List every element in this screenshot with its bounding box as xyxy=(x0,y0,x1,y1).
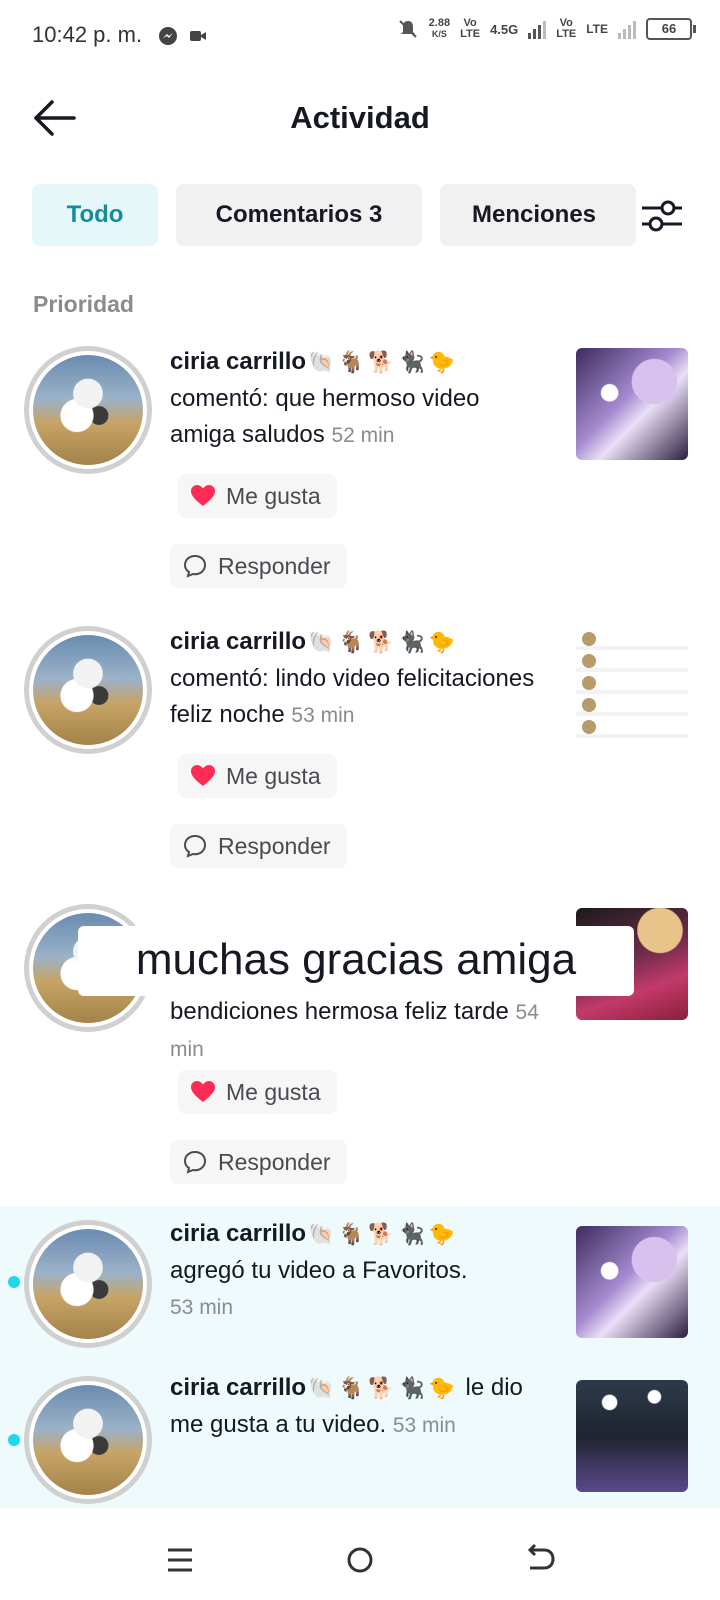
user-name: ciria carrillo xyxy=(170,628,307,655)
reply-button[interactable]: Responder xyxy=(170,1140,347,1184)
home-icon[interactable] xyxy=(338,1538,382,1582)
notification-time: 52 min xyxy=(331,424,395,447)
notification-text[interactable]: bendiciones hermosa feliz tarde 54 min xyxy=(170,994,550,1068)
battery-icon: 66 xyxy=(646,18,696,40)
avatar[interactable] xyxy=(24,346,152,474)
data-speed: 2.88 K/S xyxy=(429,18,450,40)
video-camera-icon xyxy=(190,31,206,41)
messenger-icon xyxy=(159,27,177,45)
notification-row: ciria carrillo🐚🐐🐕🐈‍⬛🐤 comentó: lindo vid… xyxy=(0,620,720,880)
like-label: Me gusta xyxy=(226,762,321,789)
system-nav-bar xyxy=(0,1520,720,1600)
like-button[interactable]: Me gusta xyxy=(178,754,337,798)
volte-2-bottom: LTE xyxy=(556,28,577,40)
video-thumbnail[interactable] xyxy=(576,1226,688,1338)
user-emojis: 🐚🐐🐕🐈‍⬛🐤 xyxy=(308,1377,459,1400)
avatar[interactable] xyxy=(24,626,152,754)
heart-icon xyxy=(191,1081,215,1102)
tab-comentarios[interactable]: Comentarios 3 xyxy=(176,184,422,246)
activity-text: agregó tu video a Favoritos. xyxy=(170,1257,468,1284)
like-label: Me gusta xyxy=(226,1078,321,1105)
tab-menciones[interactable]: Menciones xyxy=(440,184,636,246)
video-thumbnail[interactable] xyxy=(576,628,688,740)
notification-time: 53 min xyxy=(170,1296,234,1319)
notification-text[interactable]: ciria carrillo🐚🐐🐕🐈‍⬛🐤 comentó: lindo vid… xyxy=(170,624,550,734)
comment-text: bendiciones hermosa feliz tarde xyxy=(170,998,509,1025)
notification-row: ciria carrillo🐚🐐🐕🐈‍⬛🐤 comentó: que hermo… xyxy=(0,340,720,600)
reply-label: Responder xyxy=(218,552,331,579)
user-name: ciria carrillo xyxy=(170,1374,307,1401)
user-emojis: 🐚🐐🐕🐈‍⬛🐤 xyxy=(308,351,459,374)
like-button[interactable]: Me gusta xyxy=(178,1070,337,1114)
volte-1: Vo LTE xyxy=(460,18,480,40)
unread-dot xyxy=(8,1434,20,1446)
like-button[interactable]: Me gusta xyxy=(178,474,337,518)
heart-icon xyxy=(191,765,215,786)
filter-sliders-icon[interactable] xyxy=(640,196,684,236)
status-time: 10:42 p. m. xyxy=(32,22,143,47)
notification-text[interactable]: ciria carrillo🐚🐐🐕🐈‍⬛🐤 agregó tu video a … xyxy=(170,1216,550,1326)
notification-text[interactable]: ciria carrillo🐚🐐🐕🐈‍⬛🐤 comentó: que hermo… xyxy=(170,344,550,454)
tab-todo[interactable]: Todo xyxy=(32,184,158,246)
speech-bubble-icon xyxy=(183,1150,207,1174)
avatar[interactable] xyxy=(24,1220,152,1348)
video-thumbnail[interactable] xyxy=(576,348,688,460)
section-title-prioridad: Prioridad xyxy=(33,291,134,317)
tab-bar: Todo Comentarios 3 Menciones xyxy=(32,184,636,248)
signal-2-icon xyxy=(618,19,636,39)
network-type: 4.5G xyxy=(490,21,519,37)
user-name: ciria carrillo xyxy=(170,348,307,375)
notification-row: ciria carrillo🐚🐐🐕🐈‍⬛🐤 agregó tu video a … xyxy=(0,1206,720,1358)
reply-label: Responder xyxy=(218,1148,331,1175)
comment-text: comentó: que hermoso video amiga saludos xyxy=(170,385,480,448)
speech-bubble-icon xyxy=(183,554,207,578)
signal-1-icon xyxy=(528,19,547,39)
reply-button[interactable]: Responder xyxy=(170,824,347,868)
heart-icon xyxy=(191,485,215,506)
user-emojis: 🐚🐐🐕🐈‍⬛🐤 xyxy=(308,1223,459,1246)
unread-dot xyxy=(8,1276,20,1288)
notification-time: 53 min xyxy=(392,1414,456,1437)
header: Actividad xyxy=(0,80,720,156)
status-bar: 10:42 p. m. 2.88 K/S Vo LTE 4.5G Vo LTE … xyxy=(0,0,720,72)
reply-button[interactable]: Responder xyxy=(170,544,347,588)
user-name: ciria carrillo xyxy=(170,1220,307,1247)
back-nav-icon[interactable] xyxy=(518,1538,562,1582)
reply-label: Responder xyxy=(218,832,331,859)
page-title: Actividad xyxy=(290,100,430,135)
volte-2: Vo LTE xyxy=(556,18,576,40)
user-emojis: 🐚🐐🐕🐈‍⬛🐤 xyxy=(308,631,459,654)
video-thumbnail[interactable] xyxy=(576,1380,688,1492)
notification-time: 53 min xyxy=(291,704,355,727)
volte-1-bottom: LTE xyxy=(460,28,481,40)
speech-bubble-icon xyxy=(183,834,207,858)
notification-row: ciria carrillo🐚🐐🐕🐈‍⬛🐤 le dio me gusta a … xyxy=(0,1358,720,1508)
speed-value: 2.88 xyxy=(428,17,451,29)
menu-icon[interactable] xyxy=(158,1538,202,1582)
lte-label: LTE xyxy=(586,21,608,36)
caption-overlay: muchas gracias amiga xyxy=(78,926,634,996)
speed-unit: K/S xyxy=(431,29,447,39)
like-label: Me gusta xyxy=(226,482,321,509)
notification-text[interactable]: ciria carrillo🐚🐐🐕🐈‍⬛🐤 le dio me gusta a … xyxy=(170,1370,540,1444)
avatar[interactable] xyxy=(24,1376,152,1504)
mute-bell-icon xyxy=(398,20,417,38)
